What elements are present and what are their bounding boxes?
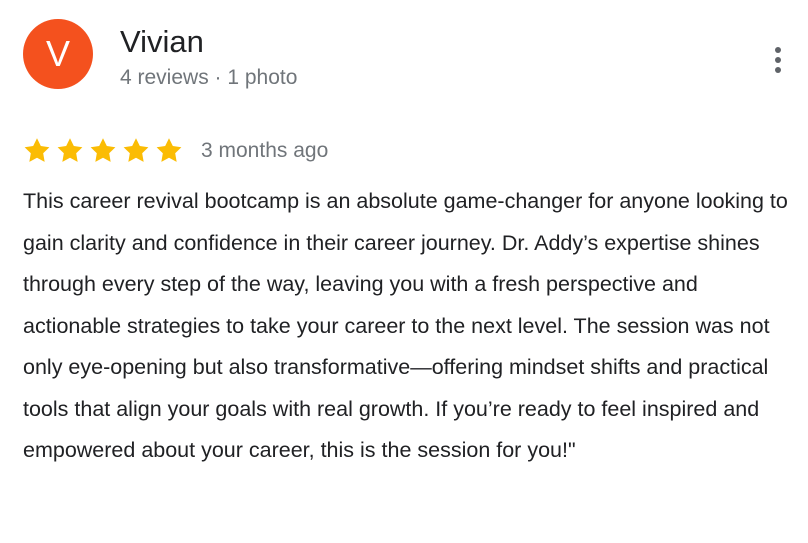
reviewer-name[interactable]: Vivian [120, 22, 204, 62]
review-card: V Vivian 4 reviews · 1 photo 3 months ag… [0, 0, 808, 543]
more-vert-icon [775, 57, 781, 63]
avatar[interactable]: V [23, 19, 93, 89]
star-icon [123, 138, 149, 162]
more-options-button[interactable] [760, 40, 796, 80]
rating-row: 3 months ago [22, 134, 328, 168]
star-icon [57, 138, 83, 162]
review-date: 3 months ago [201, 139, 329, 162]
reviewer-meta: 4 reviews · 1 photo [120, 66, 298, 89]
star-icon [156, 138, 182, 162]
star-icon [24, 138, 50, 162]
avatar-letter: V [45, 33, 70, 74]
review-text: This career revival bootcamp is an absol… [23, 189, 788, 462]
more-vert-icon [775, 47, 781, 53]
star-rating [22, 136, 184, 166]
star-icon [90, 138, 116, 162]
more-vert-icon [775, 67, 781, 73]
